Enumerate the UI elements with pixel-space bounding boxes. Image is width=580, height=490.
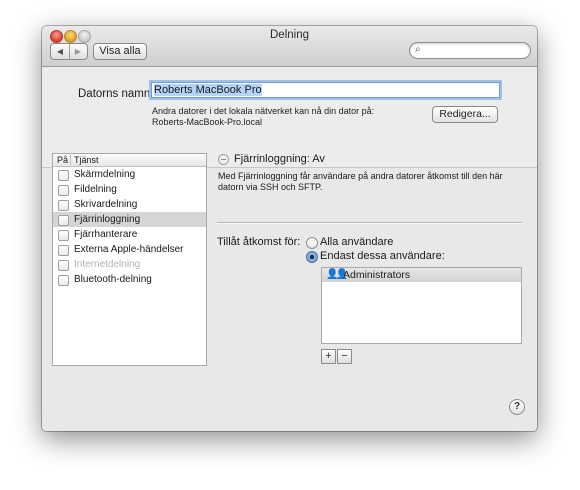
remove-user-button[interactable]: − (337, 349, 352, 364)
local-address-info: Andra datorer i det lokala nätverket kan… (152, 106, 375, 116)
window-title: Delning (270, 29, 309, 41)
help-button[interactable]: ? (509, 399, 525, 415)
radio-only-these-users-label[interactable]: Endast dessa användare: (320, 250, 445, 262)
service-label: Fildelning (74, 184, 117, 195)
service-description-cont: datorn via SSH och SFTP. (218, 182, 323, 192)
list-item[interactable]: 👤👤 Administrators (322, 268, 521, 282)
service-row-remote-management[interactable]: Fjärrhanterare (53, 227, 206, 242)
service-checkbox[interactable] (58, 245, 69, 256)
service-label: Externa Apple-händelser (74, 244, 184, 255)
service-checkbox[interactable] (58, 185, 69, 196)
service-description: Med Fjärrinloggning får användare på and… (218, 171, 503, 181)
computer-name-field[interactable]: Roberts MacBook Pro (151, 82, 500, 98)
service-checkbox[interactable] (58, 200, 69, 211)
service-row-bluetooth-sharing[interactable]: Bluetooth-delning (53, 272, 206, 287)
computer-name-label: Datorns namn: (78, 88, 154, 100)
service-checkbox[interactable] (58, 260, 69, 271)
user-name: Administrators (343, 269, 411, 281)
service-label: Fjärrinloggning (74, 214, 141, 225)
service-checkbox[interactable] (58, 230, 69, 241)
service-status: Fjärrinloggning: Av (234, 153, 325, 165)
computer-name-value: Roberts MacBook Pro (154, 84, 262, 96)
service-label: Skrivardelning (74, 199, 138, 210)
forward-arrow-icon: ▶ (74, 47, 82, 56)
local-hostname: Roberts-MacBook-Pro.local (152, 117, 263, 127)
add-user-button[interactable]: + (321, 349, 336, 364)
service-label: Fjärrhanterare (74, 229, 138, 240)
title-bar: Delning ◀ ▶ Visa alla ⌕ (42, 26, 537, 67)
service-label: Internetdelning (74, 259, 141, 270)
column-header-on[interactable]: På (57, 154, 68, 166)
service-row-remote-login[interactable]: Fjärrinloggning (53, 212, 206, 227)
radio-only-these-users[interactable] (306, 251, 318, 263)
sharing-window: Delning ◀ ▶ Visa alla ⌕ Datorns namn: Ro… (42, 26, 537, 431)
service-checkbox[interactable] (58, 170, 69, 181)
divider (217, 222, 522, 224)
status-off-icon (218, 154, 229, 165)
edit-button[interactable]: Redigera... (432, 106, 498, 123)
service-row-file-sharing[interactable]: Fildelning (53, 182, 206, 197)
show-all-button[interactable]: Visa alla (93, 43, 147, 60)
search-input[interactable] (426, 44, 522, 56)
column-separator (70, 155, 71, 165)
service-checkbox[interactable] (58, 275, 69, 286)
service-row-screen-sharing[interactable]: Skärmdelning (53, 167, 206, 182)
back-button[interactable]: ◀ (51, 44, 70, 59)
service-label: Skärmdelning (74, 169, 136, 180)
service-row-internet-sharing[interactable]: Internetdelning (53, 257, 206, 272)
allow-access-label: Tillåt åtkomst för: (217, 236, 301, 248)
radio-all-users-label[interactable]: Alla användare (320, 236, 393, 248)
back-arrow-icon: ◀ (56, 47, 64, 56)
column-header-service[interactable]: Tjänst (74, 154, 99, 166)
service-list-header: På Tjänst (53, 154, 206, 167)
service-list: På Tjänst Skärmdelning Fildelning Skriva… (52, 153, 207, 366)
service-checkbox[interactable] (58, 215, 69, 226)
service-row-printer-sharing[interactable]: Skrivardelning (53, 197, 206, 212)
allowed-users-list: 👤👤 Administrators (321, 267, 522, 344)
service-row-remote-apple-events[interactable]: Externa Apple-händelser (53, 242, 206, 257)
forward-button[interactable]: ▶ (69, 44, 87, 59)
search-icon: ⌕ (415, 44, 421, 55)
radio-all-users[interactable] (306, 237, 318, 249)
service-label: Bluetooth-delning (74, 274, 152, 285)
search-field[interactable]: ⌕ (409, 42, 531, 59)
nav-button-group: ◀ ▶ (50, 43, 88, 60)
